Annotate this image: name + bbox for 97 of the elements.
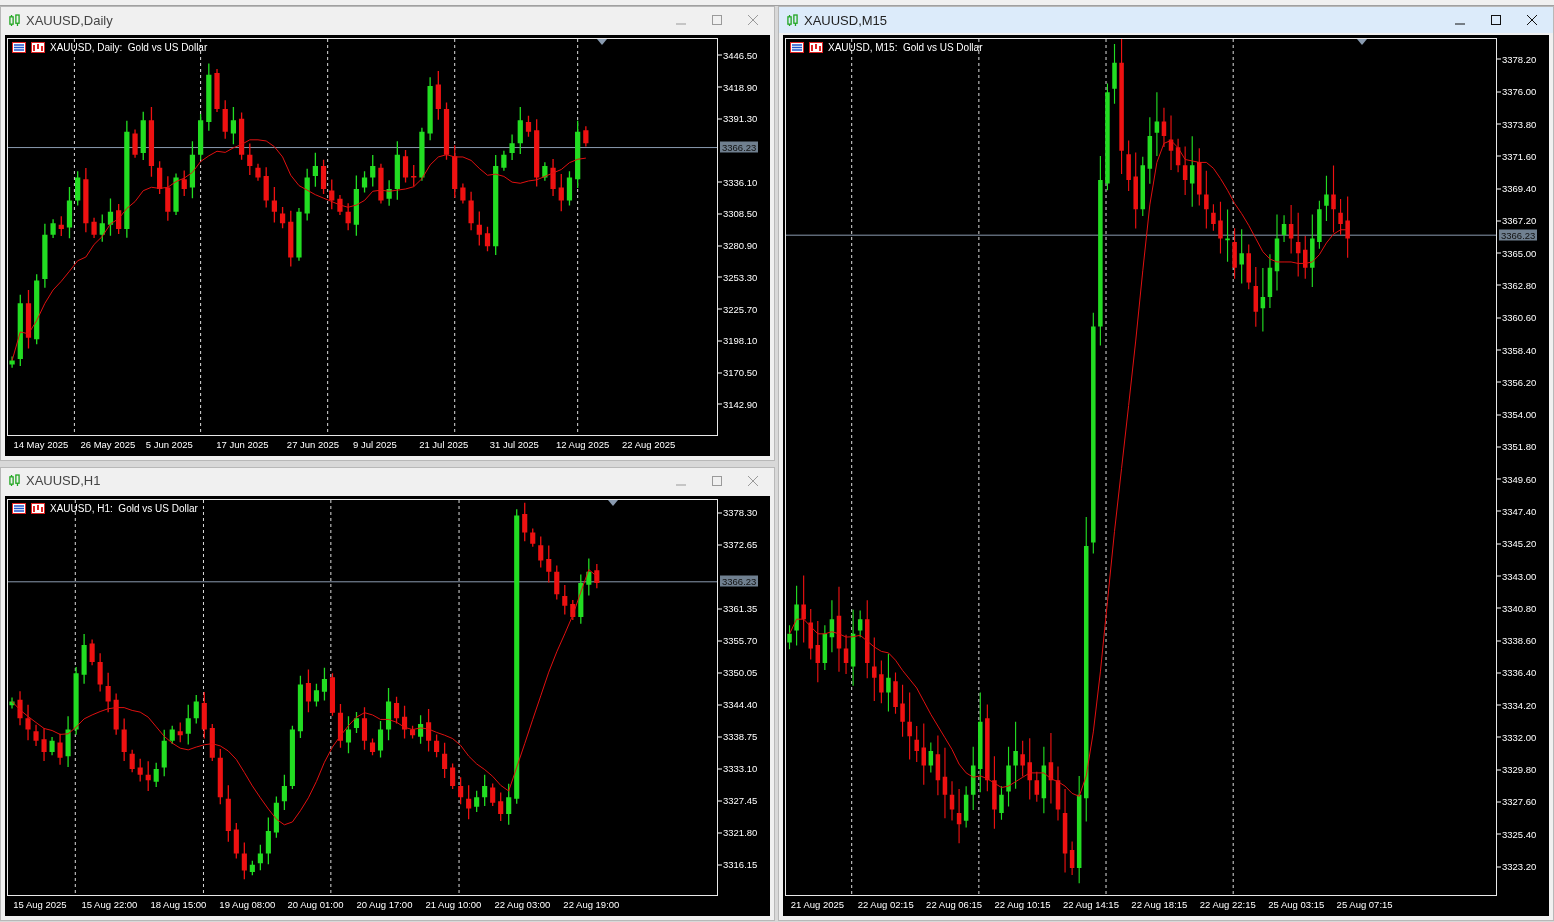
candlestick-icon xyxy=(9,474,20,487)
price-tick-label: 3170.50 xyxy=(718,366,758,378)
time-tick-label: 21 Aug 2025 xyxy=(789,899,845,910)
time-tick-label: 21 Jul 2025 xyxy=(418,438,469,450)
time-tick-label: 27 Jun 2025 xyxy=(285,438,340,450)
price-tick-label: 3340.80 xyxy=(1497,602,1537,614)
time-tick-label: 15 Aug 2025 xyxy=(12,899,67,910)
time-tick-label: 14 May 2025 xyxy=(12,438,69,450)
shift-marker-icon[interactable] xyxy=(607,499,618,506)
price-tick-label: 3336.10 xyxy=(718,176,758,188)
price-tick-label: 3361.35 xyxy=(718,602,758,614)
price-tick-label: 3350.05 xyxy=(718,666,758,678)
table-icon xyxy=(12,502,26,514)
time-tick-label: 17 Jun 2025 xyxy=(215,438,269,450)
window-title: XAUUSD,Daily xyxy=(26,12,113,28)
chart-header: XAUUSD, H1: Gold vs US Dollar xyxy=(50,502,198,514)
price-tick-label: 3225.70 xyxy=(718,303,758,315)
current-price-tag: 3366.23 xyxy=(720,575,759,587)
price-tick-label: 3358.40 xyxy=(1497,344,1537,356)
price-tick-label: 3378.20 xyxy=(1497,53,1537,65)
price-tick-label: 3360.60 xyxy=(1497,311,1537,323)
price-tick-label: 3344.40 xyxy=(718,698,758,710)
time-tick-label: 5 Jun 2025 xyxy=(144,438,193,450)
table-icon xyxy=(12,42,26,53)
chart-icon xyxy=(31,502,45,514)
price-tick-label: 3354.00 xyxy=(1497,408,1537,420)
price-tick-label: 3336.40 xyxy=(1497,666,1537,678)
time-tick-label: 19 Aug 08:00 xyxy=(218,899,276,910)
shift-marker-icon[interactable] xyxy=(1356,39,1367,45)
price-tick-label: 3345.20 xyxy=(1497,537,1537,549)
time-tick-label: 22 Aug 02:15 xyxy=(856,899,914,910)
price-tick-label: 3373.80 xyxy=(1497,118,1537,130)
price-tick-label: 3365.00 xyxy=(1497,247,1537,259)
price-tick-label: 3391.30 xyxy=(718,112,758,124)
price-tick-label: 3198.10 xyxy=(718,334,758,346)
time-tick-label: 31 Jul 2025 xyxy=(488,438,539,450)
price-tick-label: 3356.20 xyxy=(1497,376,1537,388)
price-tick-label: 3347.40 xyxy=(1497,505,1537,517)
time-tick-label: 12 Aug 2025 xyxy=(554,438,610,450)
time-tick-label: 20 Aug 17:00 xyxy=(355,899,413,910)
price-tick-label: 3369.40 xyxy=(1497,182,1537,194)
price-tick-label: 3316.15 xyxy=(718,858,758,870)
price-tick-label: 3376.00 xyxy=(1497,85,1537,97)
shift-marker-icon[interactable] xyxy=(597,39,608,45)
time-tick-label: 25 Aug 07:15 xyxy=(1335,899,1393,910)
price-tick-label: 3253.30 xyxy=(718,271,758,283)
price-tick-label: 3329.80 xyxy=(1497,763,1537,775)
candlestick-icon xyxy=(787,13,798,27)
price-tick-label: 3378.30 xyxy=(718,506,758,518)
price-tick-label: 3327.45 xyxy=(718,794,758,806)
price-tick-label: 3142.90 xyxy=(718,398,758,410)
time-tick-label: 26 May 2025 xyxy=(79,438,136,450)
chart-icon xyxy=(31,42,45,53)
chart-icon xyxy=(809,42,823,53)
price-tick-label: 3362.80 xyxy=(1497,279,1537,291)
price-tick-label: 3321.80 xyxy=(718,826,758,838)
time-tick-label: 22 Aug 2025 xyxy=(621,438,676,450)
price-tick-label: 3351.80 xyxy=(1497,440,1537,452)
current-price-tag: 3366.23 xyxy=(720,141,759,153)
chart-header: XAUUSD, M15: Gold vs US Dollar xyxy=(828,42,983,53)
time-tick-label: 22 Aug 10:15 xyxy=(993,899,1051,910)
window-title: XAUUSD,M15 xyxy=(804,12,888,28)
time-tick-label: 22 Aug 19:00 xyxy=(562,899,620,910)
price-tick-label: 3333.10 xyxy=(718,762,758,774)
time-tick-label: 9 Jul 2025 xyxy=(352,438,397,450)
time-tick-label: 18 Aug 15:00 xyxy=(149,899,207,910)
time-tick-label: 22 Aug 03:00 xyxy=(493,899,551,910)
window-title: XAUUSD,H1 xyxy=(26,473,101,488)
chart-header: XAUUSD, Daily: Gold vs US Dollar xyxy=(50,42,208,53)
price-tick-label: 3338.75 xyxy=(718,730,758,742)
price-tick-label: 3446.50 xyxy=(718,49,758,61)
time-tick-label: 21 Aug 10:00 xyxy=(424,899,482,910)
price-tick-label: 3332.00 xyxy=(1497,731,1537,743)
price-tick-label: 3308.50 xyxy=(718,207,758,219)
time-tick-label: 22 Aug 18:15 xyxy=(1130,899,1188,910)
price-tick-label: 3327.60 xyxy=(1497,796,1537,807)
price-tick-label: 3418.90 xyxy=(718,81,758,93)
price-tick-label: 3338.60 xyxy=(1497,634,1537,646)
price-tick-label: 3343.00 xyxy=(1497,570,1537,581)
time-tick-label: 22 Aug 14:15 xyxy=(1061,899,1119,910)
candlestick-icon xyxy=(9,13,20,27)
current-price-tag: 3366.23 xyxy=(1499,229,1538,241)
price-tick-label: 3367.20 xyxy=(1497,214,1537,226)
price-tick-label: 3371.60 xyxy=(1497,150,1537,162)
price-tick-label: 3349.60 xyxy=(1497,473,1537,485)
price-tick-label: 3334.20 xyxy=(1497,699,1537,711)
time-tick-label: 15 Aug 22:00 xyxy=(80,899,138,910)
time-tick-label: 22 Aug 22:15 xyxy=(1198,899,1256,910)
table-icon xyxy=(790,42,804,53)
price-tick-label: 3372.65 xyxy=(718,538,758,550)
time-tick-label: 25 Aug 03:15 xyxy=(1267,899,1325,910)
price-tick-label: 3325.40 xyxy=(1497,828,1537,840)
price-tick-label: 3355.70 xyxy=(718,634,758,646)
time-tick-label: 22 Aug 06:15 xyxy=(925,899,983,910)
price-tick-label: 3323.20 xyxy=(1497,860,1537,872)
time-tick-label: 20 Aug 01:00 xyxy=(286,899,344,910)
price-tick-label: 3280.90 xyxy=(718,239,758,251)
